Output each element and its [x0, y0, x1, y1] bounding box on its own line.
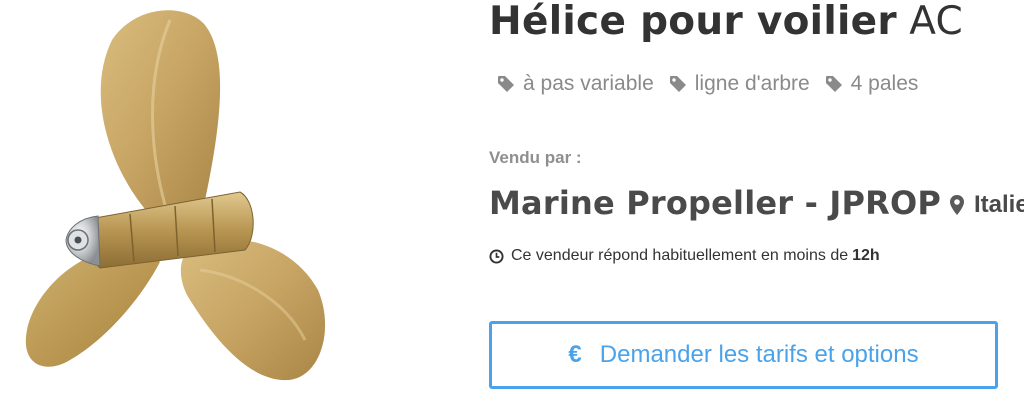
product-title: Hélice pour voilier AC — [489, 0, 963, 48]
map-pin-icon — [950, 195, 964, 215]
propeller-image — [25, 10, 326, 381]
seller-location: Italie — [950, 191, 1024, 219]
clock-icon — [489, 248, 504, 264]
product-image[interactable] — [0, 0, 350, 402]
product-title-model: AC — [909, 0, 964, 44]
euro-icon: € — [568, 341, 582, 368]
request-quote-label: Demander les tarifs et options — [599, 341, 919, 368]
tag-item[interactable]: ligne d'arbre — [669, 72, 810, 96]
response-time: Ce vendeur répond habituellement en moin… — [489, 247, 880, 265]
tag-icon — [825, 76, 842, 92]
product-page: Hélice pour voilier AC à pas variable li… — [0, 0, 1024, 402]
tag-icon — [669, 76, 686, 92]
sold-by-label: Vendu par : — [489, 148, 582, 167]
tag-item[interactable]: à pas variable — [497, 72, 654, 96]
product-tags: à pas variable ligne d'arbre 4 pales — [497, 72, 933, 96]
tag-icon — [498, 76, 514, 92]
tag-label: 4 pales — [850, 72, 919, 95]
tag-item[interactable]: 4 pales — [825, 72, 919, 96]
tag-label: ligne d'arbre — [694, 72, 810, 95]
response-text: Ce vendeur répond habituellement en moin… — [511, 247, 849, 264]
response-hours: 12h — [852, 247, 880, 264]
seller-name-link[interactable]: Marine Propeller - JPROP — [489, 184, 941, 222]
request-quote-button[interactable]: € Demander les tarifs et options — [489, 321, 998, 389]
tag-label: à pas variable — [523, 72, 654, 95]
product-title-main: Hélice pour voilier — [489, 0, 897, 44]
seller-location-label: Italie — [974, 191, 1024, 218]
